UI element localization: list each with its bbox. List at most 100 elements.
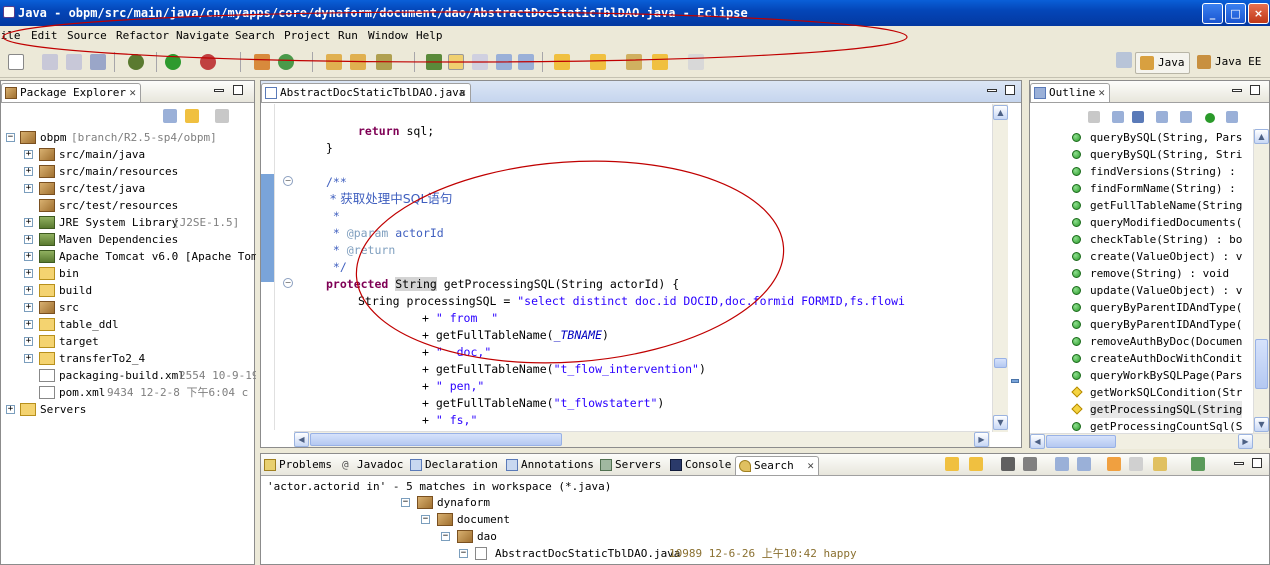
tree-item[interactable]: + src/main/java [1, 146, 251, 163]
tree-item[interactable]: pom.xml 9434 12-2-8 下午6:04 c [1, 384, 256, 401]
tree-item[interactable]: + target [1, 333, 251, 350]
menu-source[interactable]: Source [67, 26, 107, 46]
scroll-up-icon[interactable]: ▲ [1254, 129, 1269, 144]
remove-all-matches-icon[interactable] [1023, 457, 1037, 471]
new-web-service-icon[interactable] [278, 54, 294, 70]
menu-file[interactable]: File [0, 26, 21, 46]
tree-item[interactable]: + transferTo2_4 [1, 350, 251, 367]
editor-vertical-scrollbar[interactable]: ▲ ▼ [992, 104, 1008, 432]
perspective-javaee[interactable]: Java EE [1193, 52, 1265, 74]
scroll-thumb[interactable] [994, 358, 1007, 368]
search-toolbar-icon[interactable] [376, 54, 392, 70]
tab-declaration[interactable]: Declaration [407, 456, 499, 475]
tree-item[interactable]: + JRE System Library [J2SE-1.5] [1, 214, 251, 231]
scroll-right-icon[interactable]: ▶ [1238, 434, 1253, 449]
maximize-view-icon[interactable] [1250, 85, 1260, 95]
close-icon[interactable]: ✕ [1098, 84, 1105, 102]
filter-icon[interactable] [1226, 111, 1238, 123]
pin-search-icon[interactable] [1191, 457, 1205, 471]
menu-search[interactable]: Search [235, 26, 275, 46]
tab-abstractdocstatictbldao[interactable]: AbstractDocStaticTblDAO.java ✕ [261, 83, 471, 102]
scroll-thumb[interactable] [1255, 339, 1268, 389]
minimize-view-icon[interactable] [1234, 462, 1244, 465]
maximize-view-icon[interactable] [1005, 85, 1015, 95]
fold-icon[interactable]: − [283, 176, 293, 186]
minimize-view-icon[interactable] [1232, 89, 1242, 92]
minimize-button[interactable]: _ [1202, 3, 1223, 24]
remove-match-icon[interactable] [1001, 457, 1015, 471]
tree-item[interactable]: + Maven Dependencies [1, 231, 251, 248]
maximize-view-icon[interactable] [233, 85, 243, 95]
tab-console[interactable]: Console [667, 456, 739, 475]
tab-problems[interactable]: Problems [261, 456, 339, 475]
open-type-icon[interactable] [350, 54, 366, 70]
tab-annotations[interactable]: Annotations [503, 456, 595, 475]
tab-servers[interactable]: Servers [597, 456, 667, 475]
external-tools-icon[interactable] [200, 54, 216, 70]
outline-item[interactable]: queryBySQL(String, Stri [1072, 146, 1242, 163]
pin-icon[interactable] [472, 54, 488, 70]
fold-icon[interactable]: − [283, 278, 293, 288]
prev-edit-icon[interactable] [590, 54, 606, 70]
mark-occurrences-icon[interactable] [448, 54, 464, 70]
scroll-left-icon[interactable]: ◀ [294, 432, 309, 447]
outline-item[interactable]: getWorkSQLCondition(Str [1071, 384, 1242, 401]
open-perspective-icon[interactable] [1116, 52, 1132, 68]
scroll-thumb[interactable] [1046, 435, 1116, 448]
forward-icon[interactable] [688, 54, 704, 70]
view-menu-icon[interactable] [215, 109, 229, 123]
show-whitespace-icon[interactable] [518, 54, 534, 70]
next-match-icon[interactable] [945, 457, 959, 471]
close-icon[interactable]: ✕ [807, 457, 814, 475]
next-edit-icon[interactable] [554, 54, 570, 70]
tree-item[interactable]: + table_ddl [1, 316, 251, 333]
scroll-thumb[interactable] [310, 433, 562, 446]
outline-item[interactable]: create(ValueObject) : v [1072, 248, 1242, 265]
last-edit-icon[interactable] [626, 54, 642, 70]
outline-item[interactable]: remove(String) : void [1072, 265, 1229, 282]
code-area[interactable]: return sql; } /** * 获取处理中SQL语句 * * @para… [294, 121, 992, 429]
outline-item[interactable]: checkTable(String) : bo [1072, 231, 1242, 248]
search-tree-item[interactable]: − AbstractDocStaticTblDAO.java 10989 12-6-… [459, 545, 879, 562]
hide-fields-icon[interactable] [1088, 111, 1100, 123]
menu-navigate[interactable]: Navigate [176, 26, 229, 46]
tab-outline[interactable]: Outline ✕ [1030, 83, 1110, 102]
tree-item[interactable]: + build [1, 282, 251, 299]
minimize-view-icon[interactable] [214, 89, 224, 92]
collapse-all-icon[interactable] [1077, 457, 1091, 471]
tree-item[interactable]: + Apache Tomcat v6.0 [Apache Tomcat [1, 248, 256, 265]
collapse-toggle-icon[interactable]: − [6, 133, 15, 142]
search-history-icon[interactable] [1153, 457, 1167, 471]
sort-icon[interactable] [1132, 111, 1144, 123]
outline-item[interactable]: queryModifiedDocuments( [1072, 214, 1242, 231]
close-icon[interactable]: ✕ [129, 84, 136, 102]
tree-item[interactable]: + bin [1, 265, 251, 282]
outline-item[interactable]: findFormName(String) : [1072, 180, 1236, 197]
back-icon[interactable] [652, 54, 668, 70]
hide-local-types-icon[interactable] [1205, 113, 1215, 123]
perspective-java[interactable]: Java [1135, 52, 1190, 74]
outline-item[interactable]: update(ValueObject) : v [1072, 282, 1242, 299]
rerun-search-icon[interactable] [1107, 457, 1121, 471]
outline-item[interactable]: getFullTableName(String [1072, 197, 1242, 214]
close-icon[interactable]: ✕ [459, 84, 466, 102]
menu-run[interactable]: Run [338, 26, 358, 46]
tab-package-explorer[interactable]: Package Explorer ✕ [1, 83, 141, 102]
cancel-search-icon[interactable] [1129, 457, 1143, 471]
outline-vertical-scrollbar[interactable]: ▲ ▼ [1253, 129, 1269, 433]
expand-toggle-icon[interactable]: + [6, 405, 15, 414]
hide-non-public-icon[interactable] [1156, 111, 1168, 123]
menu-edit[interactable]: Edit [31, 26, 58, 46]
outline-item-selected[interactable]: getProcessingSQL(String [1071, 401, 1243, 418]
expand-all-icon[interactable] [1055, 457, 1069, 471]
tree-item[interactable]: + src [1, 299, 251, 316]
tree-item[interactable]: packaging-build.xml 2554 10-9-19 [1, 367, 256, 384]
scroll-down-icon[interactable]: ▼ [993, 415, 1008, 430]
menu-project[interactable]: Project [284, 26, 330, 46]
outline-item[interactable]: queryWorkBySQLPage(Pars [1072, 367, 1242, 384]
debug-icon[interactable] [128, 54, 144, 70]
hide-static-icon[interactable] [1180, 111, 1192, 123]
next-annotation-icon[interactable] [426, 54, 442, 70]
outline-item[interactable]: removeAuthByDoc(Documen [1072, 333, 1242, 350]
menu-refactor[interactable]: Refactor [116, 26, 169, 46]
